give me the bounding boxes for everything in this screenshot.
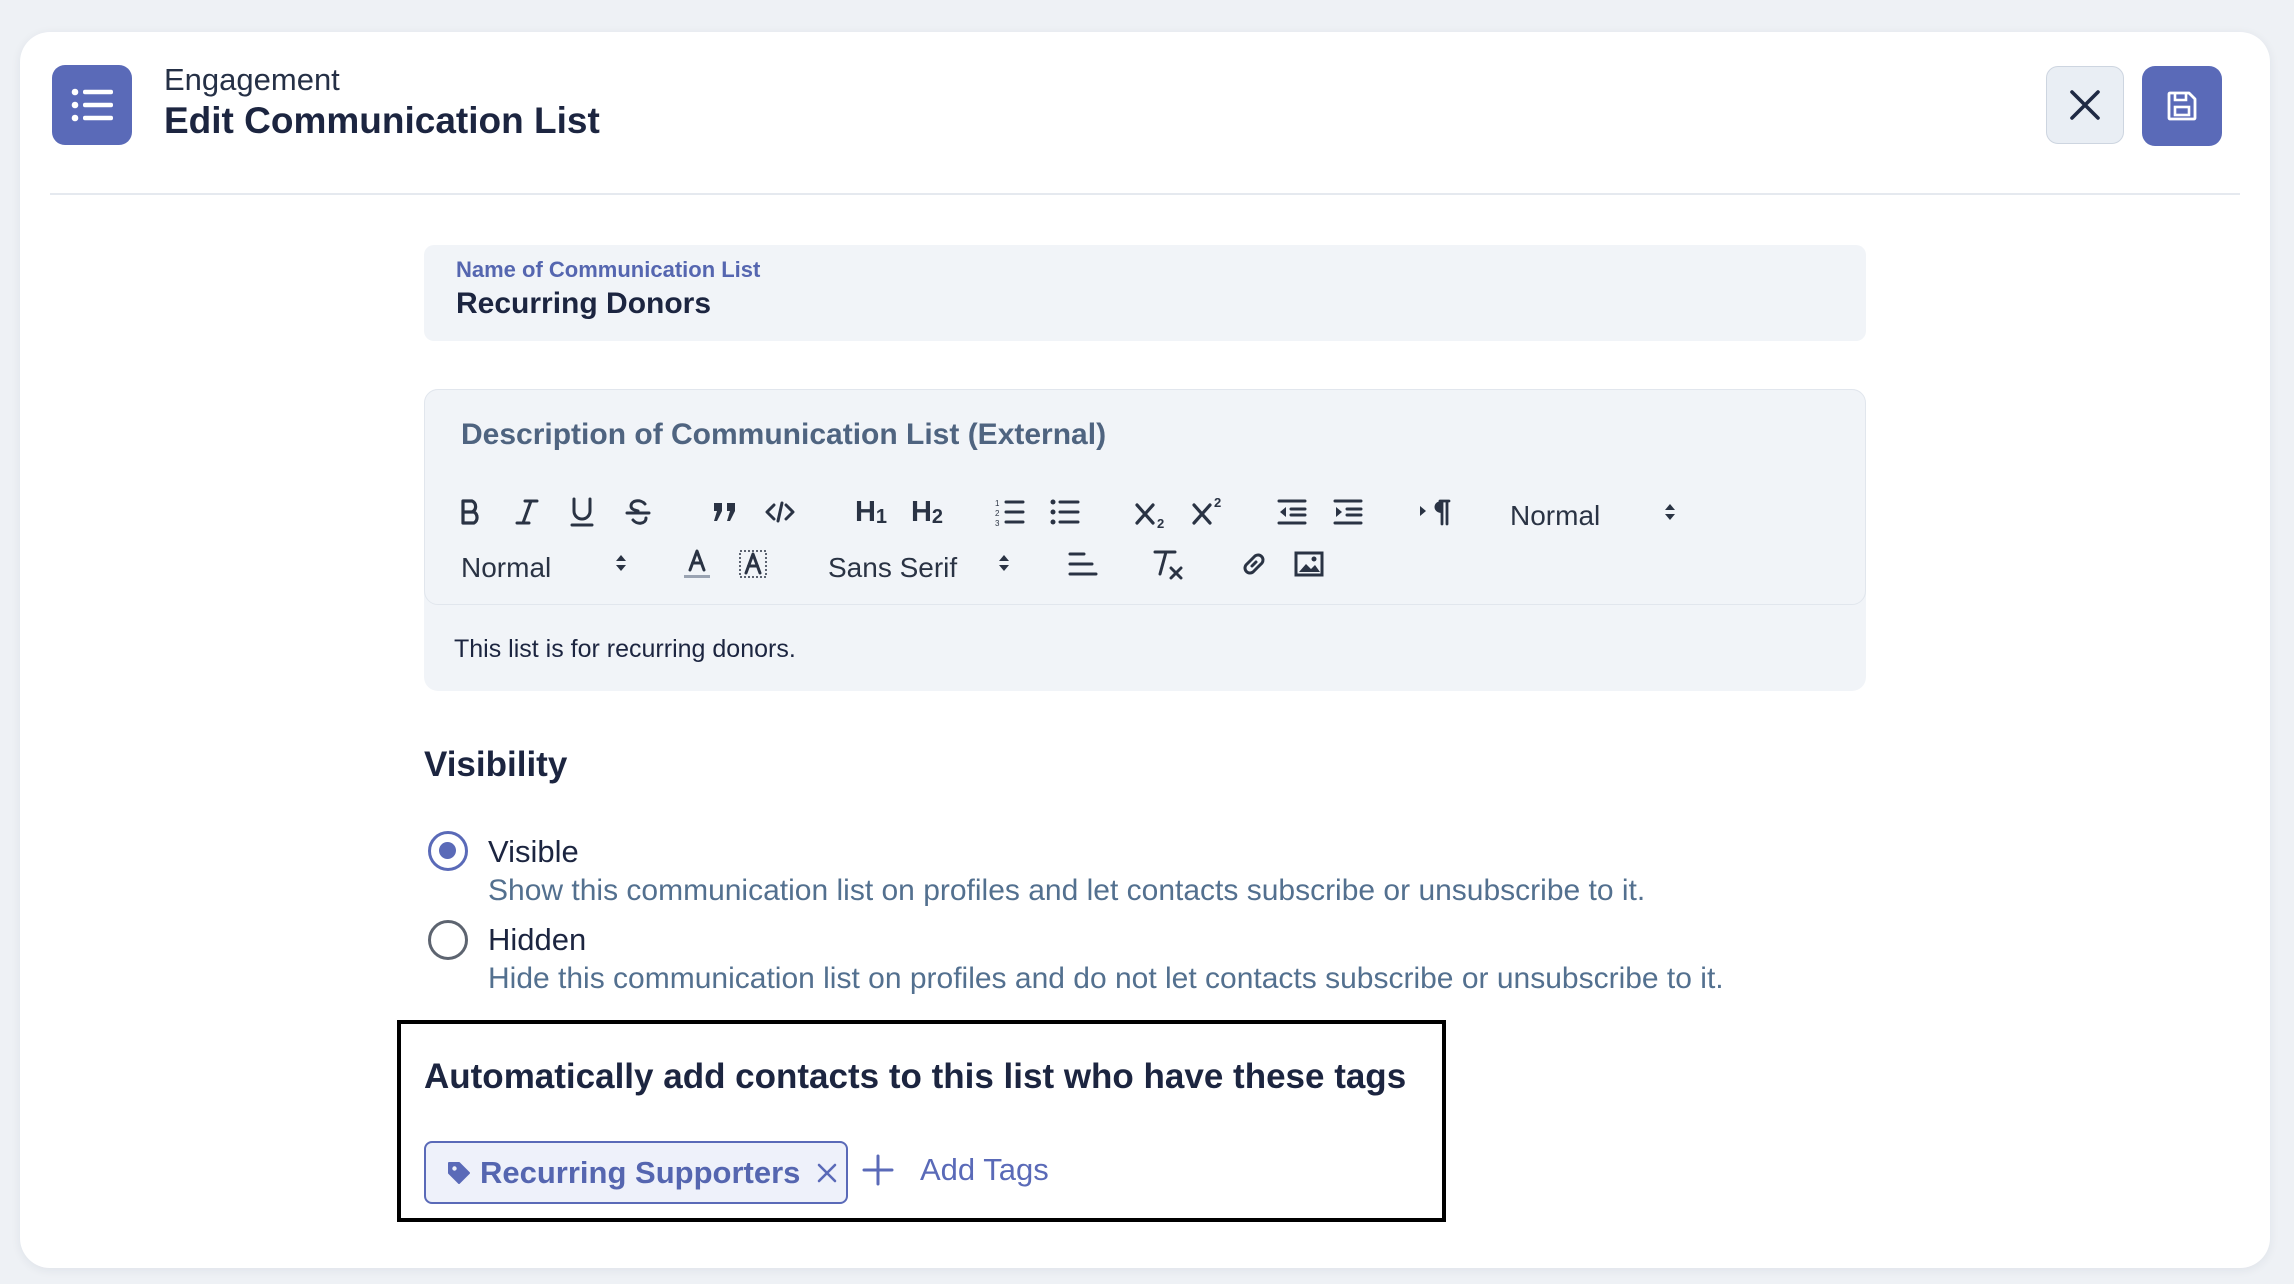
outdent-icon[interactable] [1274, 494, 1310, 530]
header-divider [50, 193, 2240, 195]
h2-sub: 2 [931, 505, 944, 528]
text-color-icon[interactable] [679, 546, 715, 582]
text-direction-icon[interactable] [1415, 494, 1455, 530]
clear-format-icon[interactable] [1150, 546, 1186, 582]
tags-title: Automatically add contacts to this list … [424, 1057, 1407, 1096]
h1-label: H [854, 495, 876, 528]
align-icon[interactable] [1065, 546, 1101, 582]
list-name-label: Name of Communication List [456, 257, 761, 282]
close-button[interactable] [2046, 66, 2124, 144]
hidden-label[interactable]: Hidden [488, 922, 586, 958]
editor-toolbar: Description of Communication List (Exter… [424, 389, 1866, 605]
visible-description: Show this communication list on profiles… [488, 874, 1646, 907]
add-tags-button[interactable]: Add Tags [862, 1152, 1049, 1188]
svg-text:2: 2 [1157, 516, 1164, 529]
svg-text:2: 2 [995, 509, 1000, 518]
radio-hidden[interactable] [428, 920, 468, 960]
list-name-field[interactable]: Name of Communication List Recurring Don… [424, 245, 1866, 341]
list-name-input[interactable]: Recurring Donors [456, 287, 711, 321]
code-block-icon[interactable] [762, 494, 798, 530]
svg-text:1: 1 [995, 499, 1000, 508]
description-content[interactable]: This list is for recurring donors. [454, 635, 796, 664]
superscript-icon[interactable]: 2 [1189, 490, 1229, 530]
size-select-arrows-icon[interactable] [609, 549, 633, 577]
page-title: Edit Communication List [164, 100, 600, 141]
radio-visible[interactable] [428, 831, 468, 871]
background-color-icon[interactable] [735, 546, 771, 582]
svg-text:3: 3 [995, 519, 1000, 526]
visibility-title: Visibility [424, 745, 568, 784]
plus-icon [862, 1154, 894, 1186]
add-tags-label: Add Tags [920, 1152, 1049, 1187]
link-icon[interactable] [1236, 546, 1272, 582]
breadcrumb: Engagement [164, 62, 340, 97]
close-icon [2070, 90, 2100, 120]
font-select[interactable]: Sans Serif [828, 552, 957, 584]
description-editor: Description of Communication List (Exter… [424, 389, 1866, 691]
indent-icon[interactable] [1330, 494, 1366, 530]
tag-chip[interactable]: Recurring Supporters [424, 1141, 848, 1204]
image-icon[interactable] [1291, 546, 1327, 582]
visible-label[interactable]: Visible [488, 834, 579, 870]
tag-icon [448, 1161, 470, 1184]
list-icon [52, 65, 132, 145]
font-select-arrows-icon[interactable] [992, 549, 1016, 577]
h2-label: H [910, 495, 932, 528]
italic-icon[interactable] [509, 494, 545, 530]
hidden-description: Hide this communication list on profiles… [488, 962, 1724, 995]
save-icon [2167, 91, 2197, 121]
bullet-list-icon[interactable] [1047, 494, 1083, 530]
remove-tag-icon[interactable] [816, 1162, 838, 1184]
bold-icon[interactable] [453, 494, 489, 530]
svg-text:2: 2 [1214, 495, 1221, 510]
size-select[interactable]: Normal [461, 552, 551, 584]
ordered-list-icon[interactable]: 123 [992, 494, 1028, 530]
h1-icon[interactable]: H1 [849, 492, 893, 532]
h2-icon[interactable]: H2 [905, 492, 949, 532]
blockquote-icon[interactable] [707, 494, 743, 530]
header-select[interactable]: Normal [1510, 500, 1600, 532]
tag-label: Recurring Supporters [480, 1154, 801, 1190]
h1-sub: 1 [875, 505, 888, 528]
strike-icon[interactable] [620, 494, 656, 530]
save-button[interactable] [2142, 66, 2222, 146]
header-select-arrows-icon[interactable] [1658, 498, 1682, 526]
subscript-icon[interactable]: 2 [1132, 494, 1172, 534]
description-label: Description of Communication List (Exter… [461, 418, 1107, 451]
underline-icon[interactable] [564, 494, 600, 530]
